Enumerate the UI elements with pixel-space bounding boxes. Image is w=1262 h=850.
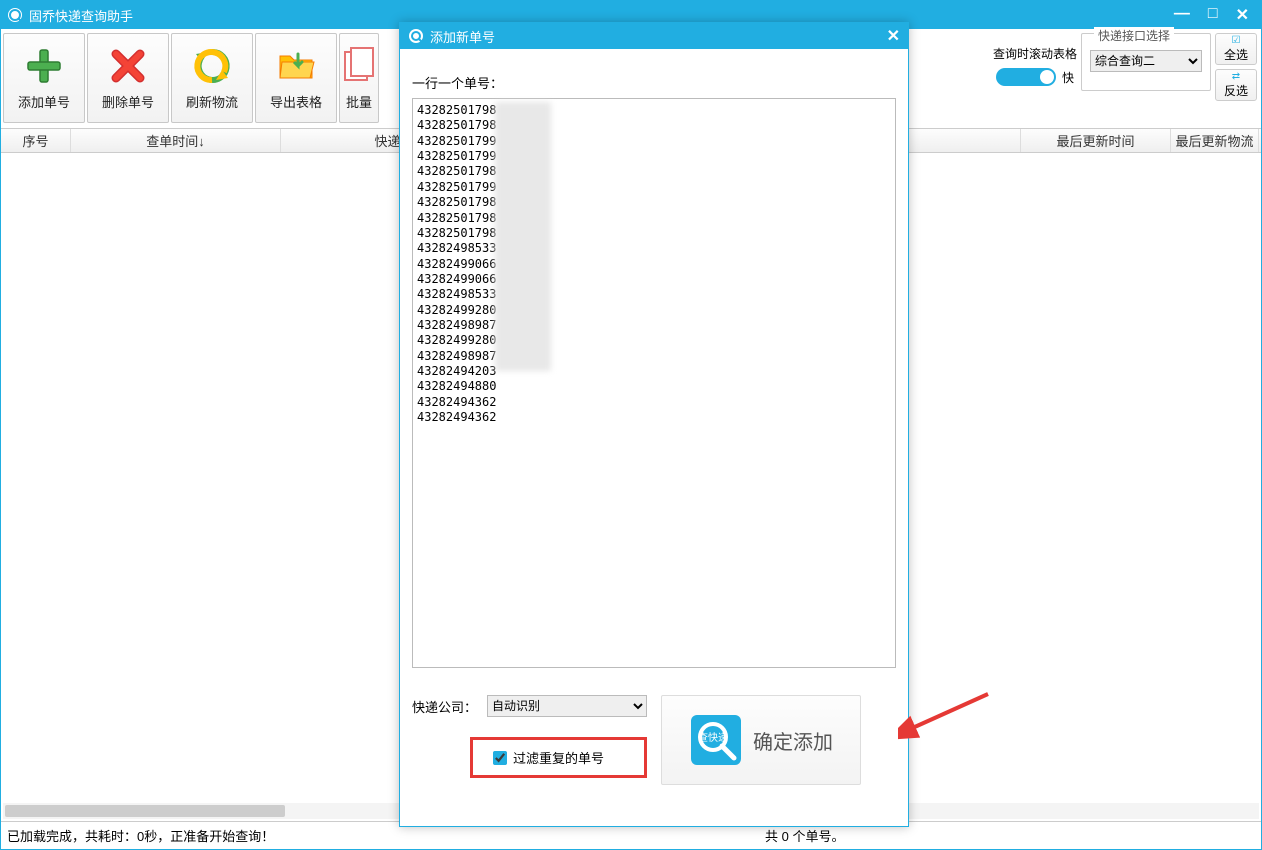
col-last-update-info[interactable]: 最后更新物流	[1171, 129, 1259, 152]
col-last-update-time[interactable]: 最后更新时间	[1021, 129, 1171, 152]
add-tracking-modal: 添加新单号 ✕ 一行一个单号： 快递公司： 自动识别 过滤重复的单号	[399, 22, 909, 827]
toolbar-right: 查询时滚动表格 快 快递接口选择 综合查询二 ☑ 全选 ⇄	[993, 33, 1257, 101]
filter-duplicates-checkbox[interactable]	[493, 751, 507, 765]
company-row: 快递公司： 自动识别	[412, 695, 647, 717]
scroll-toggle[interactable]	[996, 68, 1056, 86]
modal-body: 一行一个单号： 快递公司： 自动识别 过滤重复的单号	[400, 49, 908, 795]
close-button[interactable]: ✕	[1236, 5, 1249, 25]
filter-duplicates-box: 过滤重复的单号	[470, 737, 647, 778]
select-all-button[interactable]: ☑ 全选	[1215, 33, 1257, 65]
scrollbar-thumb[interactable]	[5, 805, 285, 817]
status-left: 已加载完成，共耗时：0秒，正准备开始查询！	[1, 826, 757, 845]
svg-text:查快递: 查快递	[698, 731, 728, 744]
status-count: 共 0 个单号。	[757, 826, 1261, 845]
modal-close-button[interactable]: ✕	[887, 26, 900, 46]
refresh-icon	[192, 46, 232, 86]
refresh-button[interactable]: 刷新物流	[171, 33, 253, 123]
confirm-label: 确定添加	[753, 726, 833, 755]
api-select[interactable]: 综合查询二	[1090, 50, 1202, 72]
swap-icon: ⇄	[1232, 71, 1240, 82]
input-label: 一行一个单号：	[412, 73, 896, 92]
export-button[interactable]: 导出表格	[255, 33, 337, 123]
tracking-numbers-textarea[interactable]	[412, 98, 896, 668]
modal-title-bar: 添加新单号 ✕	[400, 23, 908, 49]
company-select[interactable]: 自动识别	[487, 695, 647, 717]
confirm-add-button[interactable]: 查快递 确定添加	[661, 695, 861, 785]
folder-icon	[276, 46, 316, 86]
batch-button[interactable]: 批量	[339, 33, 379, 123]
window-controls: — □ ✕	[1174, 5, 1255, 25]
col-query-time[interactable]: 查单时间↓	[71, 129, 281, 152]
delete-tracking-button[interactable]: 删除单号	[87, 33, 169, 123]
api-select-group: 快递接口选择 综合查询二	[1081, 33, 1211, 91]
invert-selection-button[interactable]: ⇄ 反选	[1215, 69, 1257, 101]
selection-buttons: ☑ 全选 ⇄ 反选	[1215, 33, 1257, 101]
modal-title: 添加新单号	[430, 27, 887, 46]
search-express-icon: 查快递	[689, 713, 743, 767]
plus-icon	[24, 46, 64, 86]
modal-icon	[408, 28, 424, 44]
add-tracking-button[interactable]: 添加单号	[3, 33, 85, 123]
modal-lower: 快递公司： 自动识别 过滤重复的单号 查快递	[412, 695, 896, 785]
batch-icon	[339, 46, 379, 86]
x-icon	[108, 46, 148, 86]
check-icon: ☑	[1232, 35, 1241, 46]
minimize-button[interactable]: —	[1174, 5, 1190, 25]
scroll-option: 查询时滚动表格 快	[993, 33, 1077, 86]
maximize-button[interactable]: □	[1208, 5, 1218, 25]
filter-duplicates-label: 过滤重复的单号	[513, 748, 604, 767]
app-icon	[7, 7, 23, 23]
col-index[interactable]: 序号	[1, 129, 71, 152]
company-label: 快递公司：	[412, 697, 477, 716]
